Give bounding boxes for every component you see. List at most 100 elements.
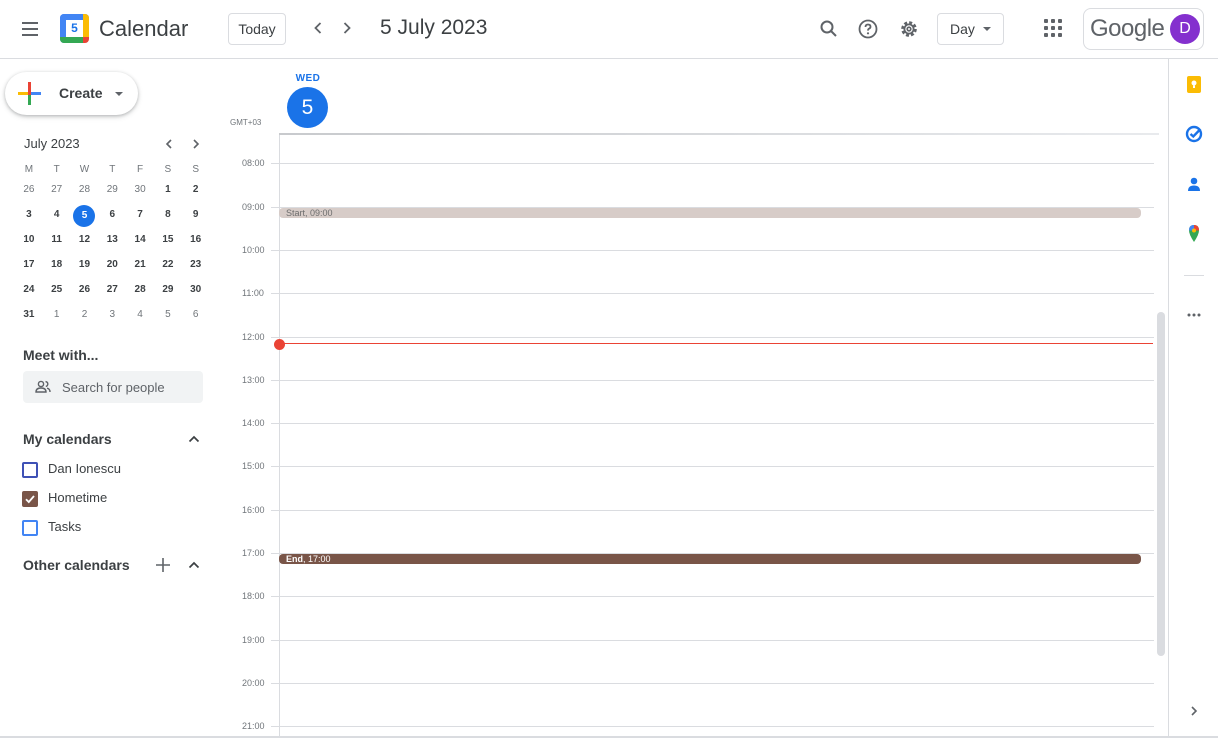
chevron-left-icon [314, 22, 322, 34]
mini-calendar-day[interactable]: 19 [71, 255, 99, 280]
mini-calendar-day[interactable]: 6 [98, 205, 126, 230]
app-title[interactable]: Calendar [99, 16, 188, 42]
mini-calendar-day-number: 24 [23, 284, 35, 295]
mini-calendar-day[interactable]: 5 [71, 205, 99, 230]
mini-calendar-next-month[interactable] [186, 134, 206, 154]
mini-calendar-day[interactable]: 1 [154, 180, 182, 205]
mini-calendar-day[interactable]: 26 [71, 280, 99, 305]
collapse-my-calendars-button[interactable] [184, 429, 204, 449]
next-period-button[interactable] [335, 16, 359, 40]
create-button[interactable]: Create [5, 72, 138, 115]
main-menu-icon[interactable] [18, 17, 42, 41]
mini-calendar-day[interactable]: 7 [126, 205, 154, 230]
mini-calendar-day[interactable]: 2 [71, 305, 99, 330]
mini-calendar-day[interactable]: 14 [126, 230, 154, 255]
chevron-right-icon [193, 139, 200, 149]
mini-calendar-day[interactable]: 2 [182, 180, 210, 205]
calendar-checkbox[interactable] [22, 462, 38, 478]
scroll-shadow [279, 133, 1159, 135]
settings-button[interactable] [897, 17, 921, 41]
tasks-button[interactable] [1182, 122, 1206, 146]
mini-calendar-day[interactable]: 11 [43, 230, 71, 255]
mini-calendar-day-number: 6 [192, 309, 199, 320]
mini-calendar-day[interactable]: 10 [15, 230, 43, 255]
mini-calendar-day[interactable]: 30 [182, 280, 210, 305]
mini-calendar-day[interactable]: 16 [182, 230, 210, 255]
people-icon [35, 380, 51, 393]
mini-calendar-weekday: S [192, 164, 200, 175]
mini-calendar-day-number: 10 [23, 234, 35, 245]
mini-calendar-day[interactable]: 9 [182, 205, 210, 230]
search-people-input[interactable] [62, 371, 200, 403]
my-calendars-title[interactable]: My calendars [23, 431, 112, 447]
mini-calendar-day[interactable]: 27 [98, 280, 126, 305]
calendar-checkbox[interactable] [22, 491, 38, 507]
mini-calendar-day-number: 6 [109, 209, 116, 220]
mini-calendar-day[interactable]: 24 [15, 280, 43, 305]
calendar-event[interactable]: End, 17:00 [279, 554, 1141, 564]
timezone-label: GMT+03 [230, 118, 262, 127]
today-button[interactable]: Today [228, 13, 286, 45]
current-time-dot [274, 339, 285, 350]
mini-calendar-day[interactable]: 13 [98, 230, 126, 255]
contacts-button[interactable] [1182, 172, 1206, 196]
day-number-button[interactable]: 5 [287, 87, 328, 128]
expand-side-panel-button[interactable] [1182, 699, 1206, 723]
mini-calendar-day[interactable]: 4 [126, 305, 154, 330]
mini-calendar-day[interactable]: 20 [98, 255, 126, 280]
mini-calendar-day[interactable]: 27 [43, 180, 71, 205]
mini-calendar-day[interactable]: 17 [15, 255, 43, 280]
mini-calendar-day-number: 20 [106, 259, 118, 270]
mini-calendar-weekday: F [137, 164, 144, 175]
previous-period-button[interactable] [306, 16, 330, 40]
mini-calendar-day[interactable]: 5 [154, 305, 182, 330]
keep-button[interactable] [1182, 72, 1206, 96]
mini-calendar-weekday: W [79, 164, 90, 175]
mini-calendar-day[interactable]: 28 [126, 280, 154, 305]
mini-calendar-day[interactable]: 3 [15, 205, 43, 230]
calendar-event[interactable]: Start, 09:00 [279, 208, 1141, 218]
mini-calendar-day[interactable]: 1 [43, 305, 71, 330]
mini-calendar-day[interactable]: 25 [43, 280, 71, 305]
mini-calendar-day[interactable]: 8 [154, 205, 182, 230]
maps-button[interactable] [1182, 222, 1206, 246]
view-switcher-dropdown[interactable]: Day [937, 13, 1004, 45]
mini-calendar-day[interactable]: 6 [182, 305, 210, 330]
mini-calendar-day[interactable]: 4 [43, 205, 71, 230]
search-people-field[interactable] [23, 371, 203, 403]
mini-calendar-day[interactable]: 21 [126, 255, 154, 280]
scrollbar-thumb[interactable] [1157, 312, 1165, 656]
mini-calendar-day[interactable]: 12 [71, 230, 99, 255]
mini-calendar-day[interactable]: 26 [15, 180, 43, 205]
hour-label: 10:00 [242, 245, 265, 255]
mini-calendar-day[interactable]: 3 [98, 305, 126, 330]
day-time-grid[interactable]: 07:0008:0009:0010:0011:0012:0013:0014:00… [222, 133, 1168, 738]
mini-calendar-day-number: 12 [78, 234, 91, 245]
hour-gridline [271, 337, 1154, 338]
mini-calendar-day[interactable]: 22 [154, 255, 182, 280]
mini-calendar-day-number: 23 [190, 259, 202, 270]
add-other-calendars-button[interactable] [153, 555, 173, 575]
mini-calendar-day[interactable]: 29 [154, 280, 182, 305]
collapse-other-calendars-button[interactable] [184, 555, 204, 575]
search-button[interactable] [817, 17, 841, 41]
support-button[interactable] [856, 17, 880, 41]
mini-calendar-day[interactable]: 29 [98, 180, 126, 205]
mini-calendar-day[interactable]: 15 [154, 230, 182, 255]
mini-calendar-week: 31 1 2 3 4 5 6 [15, 305, 210, 330]
mini-calendar-previous-month[interactable] [159, 134, 179, 154]
mini-calendar-day[interactable]: 23 [182, 255, 210, 280]
apps-grid-button[interactable] [1044, 19, 1064, 39]
more-add-ons-button[interactable] [1182, 303, 1206, 327]
mini-calendar-day-number: 27 [106, 284, 118, 295]
mini-calendar-day[interactable]: 28 [71, 180, 99, 205]
calendar-checkbox[interactable] [22, 520, 38, 536]
google-account-button[interactable]: Google D [1083, 8, 1204, 50]
mini-calendar-day-number: 13 [106, 234, 118, 245]
hour-label: 14:00 [242, 418, 265, 428]
mini-calendar-day[interactable]: 30 [126, 180, 154, 205]
mini-calendar-day[interactable]: 31 [15, 305, 43, 330]
other-calendars-title[interactable]: Other calendars [23, 557, 130, 573]
mini-calendar-day[interactable]: 18 [43, 255, 71, 280]
mini-calendar-day-number: 29 [162, 284, 174, 295]
